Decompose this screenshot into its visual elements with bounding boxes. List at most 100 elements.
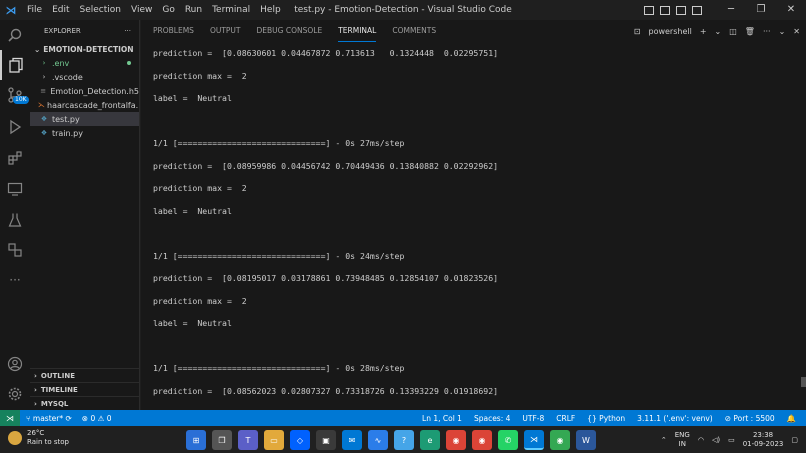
customize-layout-icon[interactable] [692, 5, 702, 15]
toggle-panel-icon[interactable] [660, 5, 670, 15]
tree-item-h5[interactable]: ≡ Emotion_Detection.h5 [30, 84, 139, 98]
more-icon[interactable]: ··· [0, 265, 30, 295]
tree-item-train-py[interactable]: ❖ train.py [30, 126, 139, 140]
chrome-alt-icon[interactable]: ◉ [550, 430, 570, 450]
notifications-bell-icon[interactable]: 🔔 [787, 414, 796, 423]
menu-file[interactable]: File [22, 0, 47, 20]
volume-icon[interactable]: ◁) [712, 436, 720, 444]
remote-indicator-icon[interactable]: ⋊ [0, 410, 20, 426]
tree-item-env[interactable]: › .env [30, 56, 139, 70]
chevron-right-icon: › [34, 385, 37, 394]
trash-icon[interactable]: 🗑 [745, 27, 755, 36]
tree-item-haarcascade[interactable]: ⋋ haarcascade_frontalfa... [30, 98, 139, 112]
chevron-up-icon[interactable]: ⌃ [661, 436, 667, 444]
help-icon[interactable]: ? [394, 430, 414, 450]
chrome-icon[interactable]: ◉ [446, 430, 466, 450]
menu-selection[interactable]: Selection [75, 0, 126, 20]
source-control-icon[interactable]: 10K [0, 80, 30, 110]
menu-help[interactable]: Help [255, 0, 286, 20]
menu-terminal[interactable]: Terminal [207, 0, 255, 20]
chevron-down-icon[interactable]: ⌄ [715, 27, 722, 36]
chevron-down-icon: ⌄ [34, 44, 41, 54]
word-icon[interactable]: W [576, 430, 596, 450]
whatsapp-icon[interactable]: ✆ [498, 430, 518, 450]
section-outline[interactable]: › OUTLINE [30, 368, 140, 382]
more-actions-icon[interactable]: ··· [763, 27, 771, 36]
layout-controls [644, 5, 702, 15]
battery-icon[interactable]: ▭ [728, 436, 735, 444]
tab-problems[interactable]: PROBLEMS [153, 20, 194, 42]
chevron-right-icon: › [42, 73, 46, 81]
explorer-more-icon[interactable]: ··· [124, 27, 131, 35]
file-explorer-icon[interactable]: ▭ [264, 430, 284, 450]
terminal-line: label = Neutral [153, 93, 232, 103]
activity-bar: 10K ··· [0, 20, 30, 410]
toggle-secondary-sidebar-icon[interactable] [676, 5, 686, 15]
section-mysql[interactable]: › MYSQL [30, 396, 140, 410]
branch-indicator[interactable]: ⑂ master* ⟳ [26, 414, 72, 423]
close-panel-icon[interactable]: ✕ [793, 27, 800, 36]
explorer-icon[interactable] [0, 50, 30, 80]
live-server-port[interactable]: ⊘ Port : 5500 [725, 414, 775, 423]
chrome-profile-icon[interactable]: ◉ [472, 430, 492, 450]
monitor-icon[interactable]: ∿ [368, 430, 388, 450]
chevron-right-icon: › [34, 399, 37, 408]
tree-item-test-py[interactable]: ❖ test.py [30, 112, 139, 126]
cursor-position[interactable]: Ln 1, Col 1 [422, 414, 462, 423]
menu-view[interactable]: View [126, 0, 157, 20]
edge-icon[interactable]: e [420, 430, 440, 450]
run-debug-icon[interactable] [0, 112, 30, 142]
line-ending[interactable]: CRLF [556, 414, 575, 423]
store-icon[interactable]: ▣ [316, 430, 336, 450]
mail-icon[interactable]: ✉ [342, 430, 362, 450]
chevron-right-icon: › [34, 371, 37, 380]
terminal-scrollbar[interactable] [801, 377, 806, 387]
notification-center-icon[interactable]: ▢ [791, 436, 798, 444]
language-indicator[interactable]: ENG IN [675, 431, 690, 449]
chevron-down-icon[interactable]: ⌄ [779, 27, 786, 36]
toggle-sidebar-icon[interactable] [644, 5, 654, 15]
docker-icon[interactable] [0, 235, 30, 265]
search-icon[interactable] [0, 20, 30, 50]
weather-widget[interactable]: 26°C Rain to stop [8, 429, 69, 447]
section-timeline[interactable]: › TIMELINE [30, 382, 140, 396]
tree-item-vscode[interactable]: › .vscode [30, 70, 139, 84]
minimize-button[interactable]: ─ [716, 0, 746, 20]
workspace-folder[interactable]: ⌄ EMOTION-DETECTION [30, 42, 139, 56]
menu-go[interactable]: Go [157, 0, 179, 20]
language-mode[interactable]: {} Python [587, 414, 625, 423]
teams-icon[interactable]: T [238, 430, 258, 450]
tab-debug-console[interactable]: DEBUG CONSOLE [257, 20, 323, 42]
python-interpreter[interactable]: 3.11.1 ('.env': venv) [637, 414, 713, 423]
split-terminal-icon[interactable]: ◫ [729, 27, 737, 36]
task-view-icon[interactable]: ❐ [212, 430, 232, 450]
account-icon[interactable] [0, 349, 30, 379]
wifi-icon[interactable]: ◠ [698, 436, 704, 444]
extensions-icon[interactable] [0, 143, 30, 173]
tab-comments[interactable]: COMMENTS [392, 20, 436, 42]
menu-edit[interactable]: Edit [47, 0, 74, 20]
clock[interactable]: 23:38 01-09-2023 [743, 431, 784, 449]
restore-button[interactable]: ❐ [746, 0, 776, 20]
terminal-output[interactable]: prediction = [0.08630601 0.04467872 0.71… [153, 42, 793, 410]
settings-gear-icon[interactable] [0, 379, 30, 409]
problems-indicator[interactable]: ⊗ 0 ⚠ 0 [82, 414, 112, 423]
clock-time: 23:38 [752, 430, 774, 439]
tab-output[interactable]: OUTPUT [210, 20, 241, 42]
terminal-icon: ⊡ [633, 26, 641, 36]
tree-item-label: test.py [52, 114, 80, 124]
shell-name[interactable]: powershell [648, 27, 691, 36]
encoding[interactable]: UTF-8 [522, 414, 544, 423]
tab-terminal[interactable]: TERMINAL [338, 20, 377, 42]
vscode-taskbar-icon[interactable]: ⋊ [524, 430, 544, 450]
modified-dot-icon [127, 61, 131, 65]
close-button[interactable]: ✕ [776, 0, 806, 20]
dropbox-icon[interactable]: ◇ [290, 430, 310, 450]
indentation[interactable]: Spaces: 4 [474, 414, 510, 423]
menu-run[interactable]: Run [180, 0, 207, 20]
section-label: OUTLINE [40, 371, 76, 380]
new-terminal-icon[interactable]: + [700, 27, 707, 36]
remote-explorer-icon[interactable] [0, 174, 30, 204]
testing-icon[interactable] [0, 205, 30, 235]
start-icon[interactable]: ⊞ [186, 430, 206, 450]
